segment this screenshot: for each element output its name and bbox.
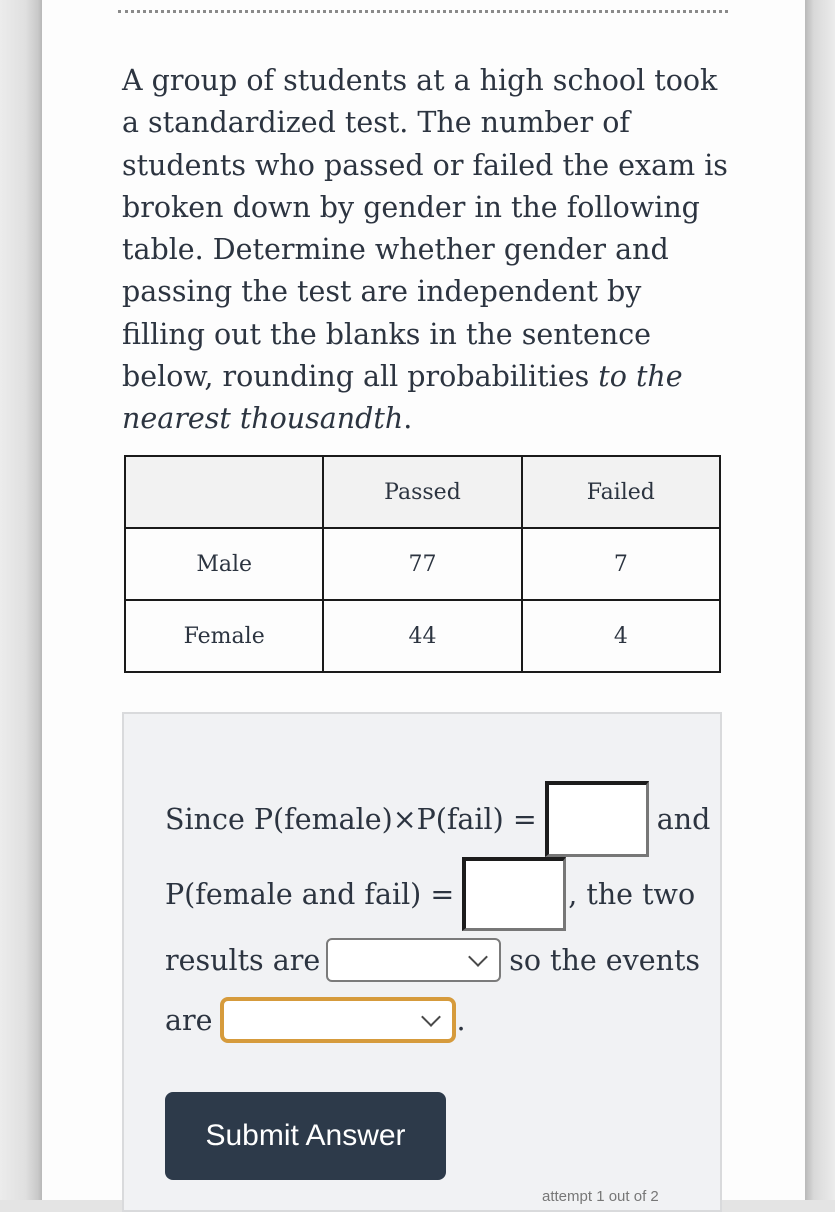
answer-line-4: are . (165, 997, 466, 1043)
left-margin (0, 0, 42, 1200)
table-row: Female 44 4 (123, 599, 722, 673)
cell-failed: 4 (520, 599, 722, 673)
line1-prefix: Since P(female)×P(fail) = (165, 802, 537, 836)
data-table: Passed Failed Male 77 7 Female 44 4 (123, 455, 722, 673)
submit-answer-button[interactable]: Submit Answer (165, 1092, 446, 1180)
line4-prefix: are (165, 1003, 213, 1037)
p-female-and-fail-input[interactable] (462, 857, 567, 931)
results-select[interactable] (326, 938, 502, 982)
line3-prefix: results are (165, 943, 321, 977)
header-failed: Failed (520, 455, 722, 529)
answer-line-3: results are so the events (165, 938, 700, 982)
header-passed: Passed (322, 455, 523, 529)
cell-passed: 77 (322, 527, 523, 601)
chevron-down-icon (421, 1007, 442, 1027)
p-female-times-p-fail-input[interactable] (544, 781, 649, 857)
question-period: . (403, 402, 413, 436)
dotted-divider (118, 10, 728, 13)
line2-suffix: , the two (568, 877, 696, 911)
cell-passed: 44 (322, 599, 523, 673)
line1-suffix: and (656, 802, 711, 836)
answer-panel: Since P(female)×P(fail) = and P(female a… (122, 712, 722, 1212)
table-row: Male 77 7 (123, 527, 722, 601)
table-header-row: Passed Failed (123, 455, 722, 529)
header-blank (123, 455, 325, 529)
right-margin (805, 0, 835, 1200)
cell-failed: 7 (520, 527, 722, 601)
question-page: A group of students at a high school too… (42, 0, 805, 1212)
row-label: Female (123, 599, 325, 673)
attempt-counter: attempt 1 out of 2 (542, 1188, 659, 1205)
answer-line-1: Since P(female)×P(fail) = and (165, 781, 710, 857)
question-body: A group of students at a high school too… (122, 64, 728, 394)
line3-suffix: so the events (509, 943, 701, 977)
line4-suffix: . (456, 1003, 466, 1037)
line2-prefix: P(female and fail) = (165, 877, 455, 911)
row-label: Male (123, 527, 325, 601)
events-select[interactable] (220, 997, 457, 1043)
question-text: A group of students at a high school too… (122, 60, 732, 441)
chevron-down-icon (468, 947, 489, 967)
answer-line-2: P(female and fail) = , the two (165, 857, 695, 931)
